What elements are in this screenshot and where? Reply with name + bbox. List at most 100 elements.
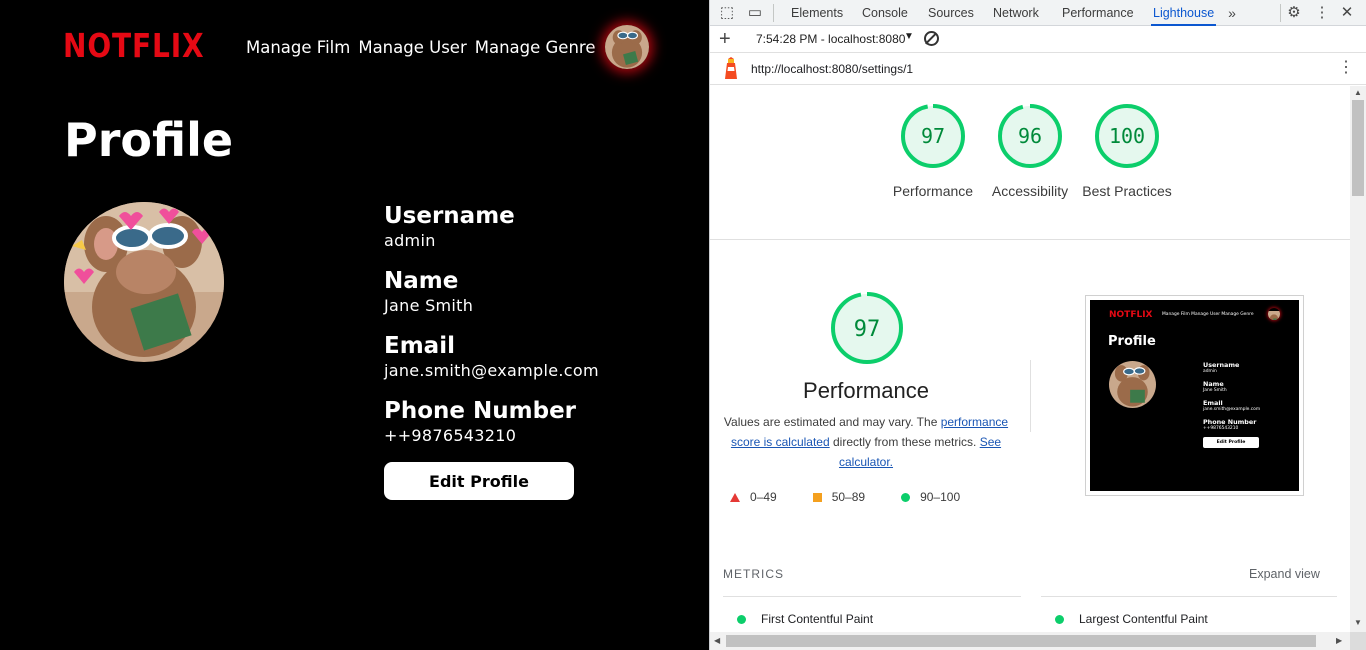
thumb-fields: Username admin Name Jane Smith Email jane.s… bbox=[1203, 361, 1260, 437]
nav-manage-film[interactable]: Manage Film bbox=[246, 38, 350, 57]
notflix-logo[interactable]: NOTFLIX bbox=[63, 26, 205, 65]
legend-range: 90–100 bbox=[920, 490, 961, 504]
scrollbar-corner bbox=[1350, 632, 1366, 650]
nav-manage-genre[interactable]: Manage Genre bbox=[475, 38, 596, 57]
settings-gear-icon[interactable]: ⚙ bbox=[1285, 4, 1303, 22]
gauge-accessibility[interactable]: 96 Accessibility bbox=[980, 103, 1080, 201]
tab-performance[interactable]: Performance bbox=[1062, 0, 1134, 26]
page-title: Profile bbox=[64, 113, 234, 167]
scroll-right-arrow-icon[interactable]: ▶ bbox=[1336, 636, 1342, 645]
more-tabs-icon[interactable]: » bbox=[1223, 4, 1241, 22]
metric-largest-contentful-paint: Largest Contentful Paint bbox=[1055, 612, 1208, 626]
device-toolbar-icon[interactable]: ▭ bbox=[746, 4, 764, 22]
clear-reports-icon[interactable] bbox=[924, 31, 939, 46]
expand-view-toggle[interactable]: Expand view bbox=[1249, 567, 1320, 581]
score-gauge: 100 bbox=[1095, 104, 1159, 168]
vertical-scrollbar[interactable]: ▲ ▼ bbox=[1350, 86, 1366, 632]
final-screenshot[interactable]: NOTFLIX Manage Film Manage User Manage G… bbox=[1085, 295, 1304, 496]
scroll-left-arrow-icon[interactable]: ◀ bbox=[714, 636, 720, 645]
performance-title: Performance bbox=[803, 378, 929, 403]
mouse-avatar-icon bbox=[1268, 311, 1280, 320]
gauge-best-practices[interactable]: 100 Best Practices bbox=[1077, 103, 1177, 201]
performance-description: Values are estimated and may vary. The p… bbox=[720, 412, 1012, 472]
mouse-avatar-icon bbox=[64, 202, 224, 362]
desc-text: Values are estimated and may vary. The bbox=[723, 415, 941, 429]
thumb-edit-button: Edit Profile bbox=[1203, 437, 1259, 448]
gauge-score-value: 96 bbox=[1018, 124, 1042, 148]
field-email: Email jane.smith@example.com bbox=[384, 332, 684, 397]
legend-pass: 90–100 bbox=[901, 490, 960, 504]
gauge-performance[interactable]: 97 Performance bbox=[883, 103, 983, 201]
mouse-avatar-icon bbox=[1109, 361, 1156, 408]
gauge-label: Performance bbox=[892, 183, 974, 199]
tab-console[interactable]: Console bbox=[862, 0, 908, 26]
inspect-element-icon[interactable]: ⬚ bbox=[718, 4, 736, 22]
pass-circle-icon bbox=[1055, 614, 1064, 624]
scroll-down-arrow-icon[interactable]: ▼ bbox=[1354, 618, 1362, 627]
thumb-field: Phone Number ++9876543210 bbox=[1203, 418, 1260, 437]
thumb-field-value: ++9876543210 bbox=[1203, 426, 1239, 431]
legend-fail: 0–49 bbox=[730, 490, 777, 504]
thumb-logo: NOTFLIX bbox=[1109, 310, 1153, 320]
field-value: ++9876543210 bbox=[384, 426, 517, 445]
devtools-tabbar: ⬚ ▭ Elements Console Sources Network Per… bbox=[710, 0, 1366, 26]
gauge-score-value: 97 bbox=[854, 317, 881, 342]
horizontal-scrollbar[interactable]: ◀ ▶ bbox=[710, 632, 1350, 650]
thumb-field-value: admin bbox=[1203, 369, 1217, 374]
score-gauge: 97 bbox=[831, 292, 903, 364]
thumb-nav-avatar bbox=[1268, 308, 1280, 320]
gauge-score-value: 97 bbox=[921, 124, 945, 148]
metric-label: Largest Contentful Paint bbox=[1079, 612, 1208, 626]
nav-manage-user[interactable]: Manage User bbox=[358, 38, 466, 57]
divider bbox=[1041, 596, 1337, 597]
triangle-icon bbox=[730, 492, 740, 502]
field-name: Name Jane Smith bbox=[384, 267, 684, 332]
field-value: jane.smith@example.com bbox=[384, 361, 599, 380]
edit-profile-button[interactable]: Edit Profile bbox=[384, 462, 574, 500]
legend-range: 0–49 bbox=[750, 490, 777, 504]
scroll-up-arrow-icon[interactable]: ▲ bbox=[1354, 88, 1362, 97]
thumb-field-label: Username bbox=[1203, 361, 1240, 369]
square-icon bbox=[812, 492, 822, 502]
divider bbox=[1030, 360, 1031, 432]
scrollbar-thumb[interactable] bbox=[726, 635, 1316, 647]
audited-url: http://localhost:8080/settings/1 bbox=[751, 62, 914, 76]
more-options-icon[interactable]: ⋮ bbox=[1313, 4, 1331, 22]
report-selector[interactable]: 7:54:28 PM - localhost:8080 bbox=[756, 32, 905, 46]
tab-lighthouse[interactable]: Lighthouse bbox=[1151, 0, 1217, 26]
field-label: Email bbox=[384, 333, 455, 359]
thumb-nav: Manage Film Manage User Manage Genre bbox=[1162, 312, 1254, 317]
metric-label: First Contentful Paint bbox=[761, 612, 874, 626]
thumb-field: Name Jane Smith bbox=[1203, 380, 1260, 399]
metric-first-contentful-paint: First Contentful Paint bbox=[737, 612, 873, 626]
thumb-nav-item: Manage User bbox=[1191, 312, 1221, 317]
score-gauge: 96 bbox=[998, 104, 1062, 168]
gauge-label: Best Practices bbox=[1082, 183, 1172, 199]
score-gauge: 97 bbox=[901, 104, 965, 168]
field-value: admin bbox=[384, 231, 436, 250]
field-value: Jane Smith bbox=[384, 296, 474, 315]
pass-circle-icon bbox=[737, 614, 746, 624]
close-icon[interactable]: ✕ bbox=[1338, 4, 1356, 22]
tab-sources[interactable]: Sources bbox=[928, 0, 974, 26]
nav-avatar[interactable] bbox=[605, 25, 649, 69]
metrics-heading: METRICS bbox=[723, 567, 784, 581]
tab-elements[interactable]: Elements bbox=[791, 0, 843, 26]
legend-average: 50–89 bbox=[812, 490, 865, 504]
chevron-down-icon[interactable]: ▼ bbox=[904, 31, 914, 42]
desc-text: directly from these metrics. bbox=[829, 435, 980, 449]
gauge-label: Accessibility bbox=[991, 183, 1069, 199]
screenshot-preview: NOTFLIX Manage Film Manage User Manage G… bbox=[1090, 300, 1299, 491]
scrollbar-thumb[interactable] bbox=[1352, 100, 1364, 196]
lighthouse-url-bar: http://localhost:8080/settings/1 ⋮ bbox=[710, 53, 1366, 85]
lighthouse-toolbar: + 7:54:28 PM - localhost:8080 ▼ bbox=[710, 26, 1366, 53]
mouse-avatar-icon bbox=[605, 25, 649, 69]
report-menu-icon[interactable]: ⋮ bbox=[1338, 58, 1354, 78]
field-phone: Phone Number ++9876543210 bbox=[384, 397, 684, 462]
new-report-icon[interactable]: + bbox=[719, 28, 731, 50]
performance-gauge-large: 97 bbox=[830, 291, 904, 370]
profile-avatar bbox=[64, 202, 224, 362]
field-label: Username bbox=[384, 203, 515, 229]
thumb-page-title: Profile bbox=[1108, 334, 1156, 349]
tab-network[interactable]: Network bbox=[993, 0, 1039, 26]
